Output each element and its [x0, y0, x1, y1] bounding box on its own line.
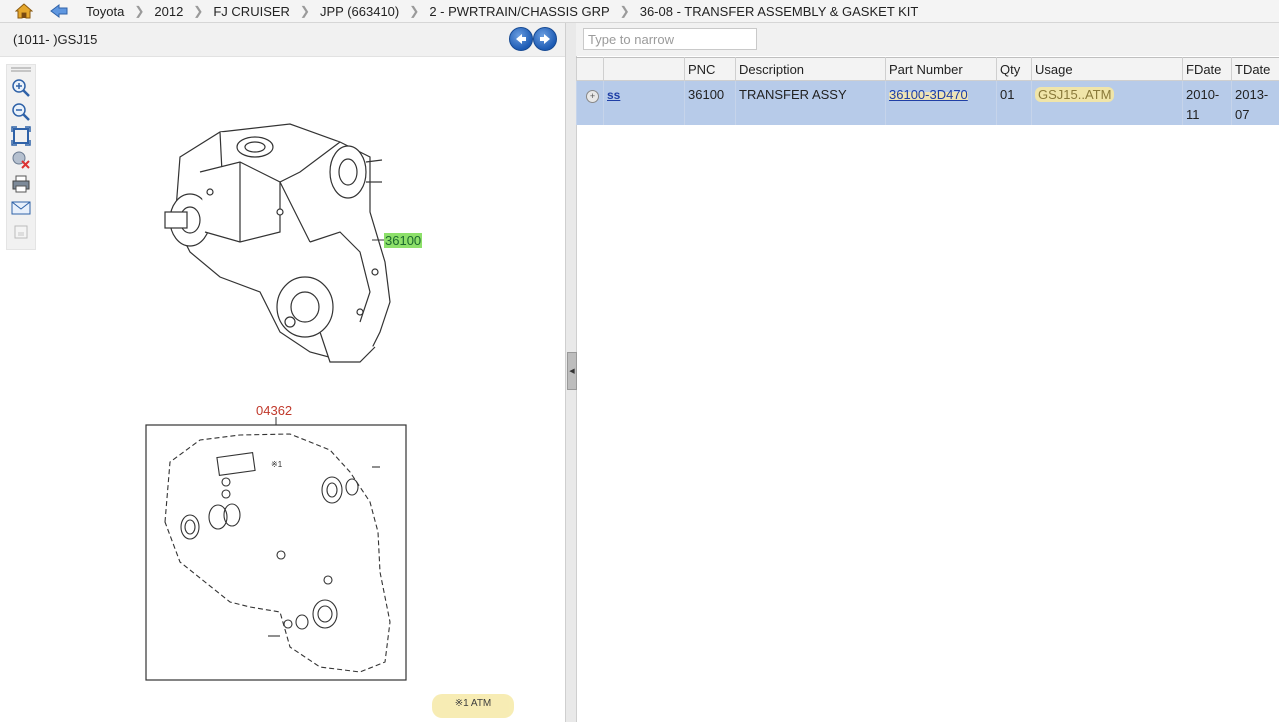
breadcrumb-item-section[interactable]: 36-08 - TRANSFER ASSEMBLY & GASKET KIT — [634, 4, 925, 19]
parts-table: PNC Description Part Number Qty Usage FD… — [576, 57, 1279, 125]
collapse-panel-icon[interactable]: ◀ — [567, 352, 577, 390]
row-expand-cell[interactable]: + — [576, 80, 604, 125]
description-cell: TRANSFER ASSY — [735, 80, 886, 125]
fdate-cell: 2010-11 — [1182, 80, 1232, 125]
part-number-cell: 36100-3D470 — [885, 80, 997, 125]
diagram-title: (1011- )GSJ15 — [13, 32, 98, 47]
chevron-right-icon: ❯ — [134, 4, 145, 18]
chevron-right-icon: ❯ — [409, 4, 420, 18]
toolbar-grip-icon[interactable] — [10, 65, 32, 75]
usage-value: GSJ15..ATM — [1035, 87, 1115, 102]
chevron-right-icon: ❯ — [299, 4, 310, 18]
narrow-search-input[interactable] — [583, 28, 757, 50]
column-header-expand — [576, 57, 604, 81]
breadcrumb-item-make[interactable]: Toyota — [80, 4, 130, 19]
qty-cell: 01 — [996, 80, 1032, 125]
expand-icon[interactable]: + — [586, 90, 599, 103]
diagram-toolbar — [6, 64, 36, 250]
fit-to-window-icon[interactable] — [10, 126, 32, 146]
breadcrumb-item-region[interactable]: JPP (663410) — [314, 4, 405, 19]
callout-gasket-kit[interactable]: 04362 — [256, 403, 292, 418]
parts-diagram: ※1 — [145, 123, 407, 681]
previous-diagram-button[interactable] — [509, 27, 533, 51]
tdate-cell: 2013-07 — [1231, 80, 1279, 125]
column-header-usage[interactable]: Usage — [1031, 57, 1183, 81]
usage-cell: GSJ15..ATM — [1031, 80, 1183, 125]
column-header-fdate[interactable]: FDate — [1182, 57, 1232, 81]
table-row[interactable]: + ss 36100 TRANSFER ASSY 36100-3D470 01 … — [576, 80, 1279, 125]
diagram-header: (1011- )GSJ15 — [0, 23, 565, 57]
next-diagram-button[interactable] — [533, 27, 557, 51]
column-header-part-number[interactable]: Part Number — [885, 57, 997, 81]
column-header-description[interactable]: Description — [735, 57, 886, 81]
pnc-cell: 36100 — [684, 80, 736, 125]
breadcrumb-item-group[interactable]: 2 - PWRTRAIN/CHASSIS GRP — [423, 4, 615, 19]
transfer-assembly-drawing[interactable] — [164, 123, 391, 363]
zoom-in-icon[interactable] — [10, 78, 32, 98]
breadcrumb-item-year[interactable]: 2012 — [148, 4, 189, 19]
ss-link[interactable]: ss — [607, 88, 620, 102]
breadcrumb: Toyota ❯ 2012 ❯ FJ CRUISER ❯ JPP (663410… — [0, 0, 1279, 23]
part-number-link[interactable]: 36100-3D470 — [889, 87, 968, 102]
table-header-row: PNC Description Part Number Qty Usage FD… — [576, 57, 1279, 81]
breadcrumb-item-model[interactable]: FJ CRUISER — [207, 4, 296, 19]
column-header-tdate[interactable]: TDate — [1231, 57, 1279, 81]
home-icon[interactable] — [14, 1, 34, 21]
back-arrow-icon[interactable] — [48, 1, 70, 21]
email-icon[interactable] — [10, 198, 32, 218]
callout-transfer-assy[interactable]: 36100 — [384, 233, 423, 248]
column-header-ss — [603, 57, 685, 81]
column-header-pnc[interactable]: PNC — [684, 57, 736, 81]
export-icon[interactable] — [10, 222, 32, 242]
arrow-right-icon — [540, 34, 550, 44]
atm-note: ※1 ATM — [432, 694, 514, 718]
chevron-right-icon: ❯ — [193, 4, 204, 18]
panel-splitter[interactable]: ◀ — [565, 23, 577, 722]
chevron-right-icon: ❯ — [619, 4, 630, 18]
column-header-qty[interactable]: Qty — [996, 57, 1032, 81]
zoom-out-icon[interactable] — [10, 102, 32, 122]
clear-highlight-icon[interactable] — [10, 150, 32, 170]
print-icon[interactable] — [10, 174, 32, 194]
arrow-left-icon — [516, 34, 526, 44]
kit-note-mark: ※1 — [271, 460, 283, 469]
ss-cell: ss — [603, 80, 685, 125]
